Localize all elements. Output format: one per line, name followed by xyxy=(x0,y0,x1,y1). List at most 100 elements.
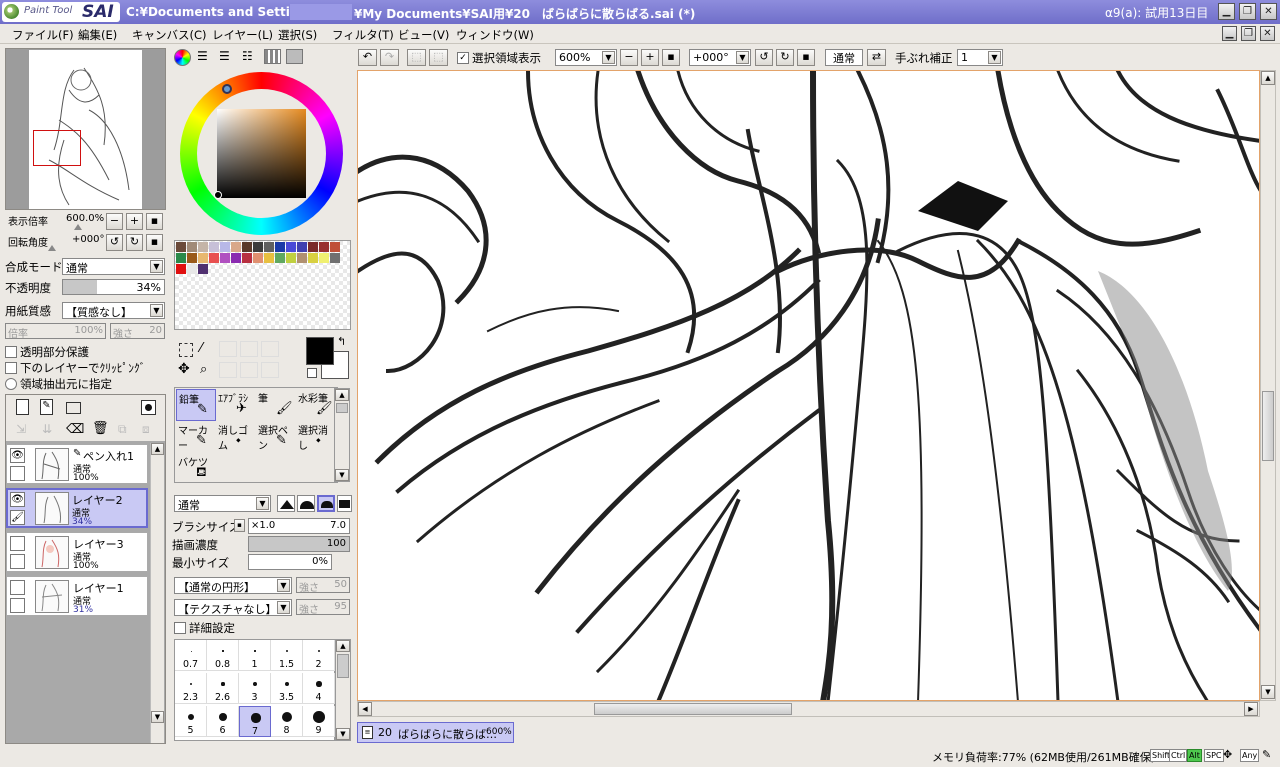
menu-select[interactable]: 選択(S) xyxy=(278,27,317,43)
visibility-toggle[interactable] xyxy=(10,536,25,551)
scroll-thumb[interactable] xyxy=(336,403,348,413)
color-swatch[interactable] xyxy=(330,253,340,263)
color-swatch[interactable] xyxy=(220,242,230,252)
rotate-left-button[interactable]: ↺ xyxy=(106,234,123,251)
brush-size-preset[interactable]: 4 xyxy=(303,673,335,704)
new-folder-icon[interactable] xyxy=(66,402,81,414)
color-swatch[interactable] xyxy=(176,264,186,274)
color-swatch[interactable] xyxy=(220,253,230,263)
transfer-down-icon[interactable]: ⇲ xyxy=(16,422,26,436)
paper-scale-field[interactable]: 倍率 100% xyxy=(5,323,106,340)
redo-button[interactable]: ↷ xyxy=(380,49,399,66)
color-swatch[interactable] xyxy=(209,253,219,263)
brush-size-preset[interactable]: 2.6 xyxy=(207,673,239,704)
flatten-icon[interactable]: ⧈ xyxy=(142,422,150,437)
layer-row-layer1[interactable]: レイヤー1 通常 31% xyxy=(6,576,148,616)
tool-eraser[interactable]: 消しゴム ⬩ xyxy=(216,421,256,453)
color-swatch[interactable] xyxy=(253,242,263,252)
color-swatch[interactable] xyxy=(231,242,241,252)
paper-texture-select[interactable]: 【質感なし】 ▼ xyxy=(62,302,165,319)
move-icon[interactable]: ✥ xyxy=(178,361,190,377)
protect-alpha-checkbox[interactable] xyxy=(5,346,17,358)
layer-row-layer3[interactable]: レイヤー3 通常 100% xyxy=(6,532,148,572)
scroll-down-icon[interactable]: ▼ xyxy=(336,728,350,740)
tool-pencil[interactable]: 鉛筆 ✎ xyxy=(176,389,216,421)
selection-source-radio[interactable] xyxy=(5,378,17,390)
scroll-up-icon[interactable]: ▲ xyxy=(151,443,164,455)
rotate-slider-marker[interactable] xyxy=(48,245,56,251)
invert-selection-button[interactable]: ⬚ xyxy=(429,49,448,66)
deselect-button[interactable]: ⬚ xyxy=(407,49,426,66)
zoom-in-button[interactable]: + xyxy=(126,213,143,230)
new-linework-layer-icon[interactable]: ✎ xyxy=(40,399,53,415)
canvas-rotate-left-button[interactable]: ↺ xyxy=(755,49,773,66)
saturation-value-square[interactable] xyxy=(217,109,306,198)
brush-size-preset[interactable]: 6 xyxy=(207,706,239,737)
color-swatch[interactable] xyxy=(297,242,307,252)
menu-file[interactable]: ファイル(F) xyxy=(12,27,74,43)
hue-marker[interactable] xyxy=(222,84,232,94)
hsv-slider-tab-icon[interactable]: ☰ xyxy=(219,49,230,63)
texture-strength-field[interactable]: 強さ 95 xyxy=(296,599,350,616)
color-swatch[interactable] xyxy=(187,253,197,263)
size-grid-scrollbar[interactable]: ▲ ▼ xyxy=(335,639,351,741)
brush-size-preset[interactable]: 9 xyxy=(303,706,335,737)
layer-row-pen1[interactable]: 👁 ✎ ペン入れ1 通常 100% xyxy=(6,444,148,484)
detail-settings-checkbox[interactable] xyxy=(174,622,186,634)
color-swatch[interactable] xyxy=(275,253,285,263)
brush-size-preset[interactable]: 8 xyxy=(271,706,303,737)
color-swatch[interactable] xyxy=(198,264,208,274)
brush-size-preset[interactable]: 1 xyxy=(239,640,271,671)
swatch-grid[interactable] xyxy=(174,240,351,330)
color-swatch[interactable] xyxy=(253,253,263,263)
reset-colors-icon[interactable] xyxy=(307,368,317,378)
visibility-toggle[interactable] xyxy=(10,580,25,595)
rect-select-icon[interactable] xyxy=(179,343,193,357)
color-swatch[interactable] xyxy=(242,242,252,252)
lock-toggle[interactable] xyxy=(10,598,25,613)
magic-wand-icon[interactable]: ⁄ xyxy=(200,341,202,356)
eye-icon[interactable]: 👁 xyxy=(10,448,25,463)
brush-size-preset[interactable]: 1.5 xyxy=(271,640,303,671)
brush-edge-square-icon[interactable] xyxy=(337,495,352,512)
navigator-viewport-rect[interactable] xyxy=(33,130,81,166)
tool-watercolor[interactable]: 水彩筆 🖌 xyxy=(296,389,336,421)
color-swatch[interactable] xyxy=(286,253,296,263)
close-button[interactable]: ✕ xyxy=(1260,3,1277,20)
tool-marker[interactable]: マーカー ✎ xyxy=(176,421,216,453)
mixer-tab-icon[interactable]: ☷ xyxy=(242,49,253,63)
canvas-rotate-right-button[interactable]: ↻ xyxy=(776,49,794,66)
menu-edit[interactable]: 編集(E) xyxy=(78,27,117,43)
menu-window[interactable]: ウィンドウ(W) xyxy=(456,27,534,43)
brush-size-preset[interactable]: 3 xyxy=(239,673,271,704)
undo-button[interactable]: ↶ xyxy=(358,49,377,66)
scroll-thumb[interactable] xyxy=(337,654,349,678)
scroll-down-icon[interactable]: ▼ xyxy=(151,711,164,723)
color-swatch[interactable] xyxy=(198,242,208,252)
color-swatch[interactable] xyxy=(176,253,186,263)
tool-airbrush[interactable]: ｴｱﾌﾞﾗｼ ✈ xyxy=(216,389,256,421)
stabilizer-select[interactable]: 1 ▼ xyxy=(957,49,1003,66)
horizontal-scrollbar[interactable]: ◀ ▶ xyxy=(357,701,1260,717)
color-swatch[interactable] xyxy=(308,253,318,263)
scroll-up-icon[interactable]: ▲ xyxy=(335,389,349,401)
document-tab[interactable]: ≡ 20 ばらばらに散らば… 600% xyxy=(357,722,514,743)
new-layer-icon[interactable] xyxy=(16,399,29,415)
rotate-reset-button[interactable]: ▪ xyxy=(146,234,163,251)
brush-active-icon[interactable]: 🖌 xyxy=(10,510,25,525)
navigator-preview[interactable] xyxy=(5,48,166,210)
color-swatch[interactable] xyxy=(187,242,197,252)
color-swatch[interactable] xyxy=(275,242,285,252)
min-size-field[interactable]: 0% xyxy=(248,554,332,570)
zoom-out-button[interactable]: − xyxy=(106,213,123,230)
color-swatch[interactable] xyxy=(242,253,252,263)
horizontal-scroll-thumb[interactable] xyxy=(594,703,792,715)
rotate-right-button[interactable]: ↻ xyxy=(126,234,143,251)
merge-down-icon[interactable]: ⇊ xyxy=(42,422,52,436)
brush-edge-medium-icon[interactable] xyxy=(297,495,315,512)
color-swatch[interactable] xyxy=(176,242,186,252)
color-swatch[interactable] xyxy=(231,253,241,263)
brush-size-preset[interactable]: 2 xyxy=(303,640,335,671)
color-swatch[interactable] xyxy=(264,242,274,252)
scroll-right-icon[interactable]: ▶ xyxy=(1244,702,1258,716)
